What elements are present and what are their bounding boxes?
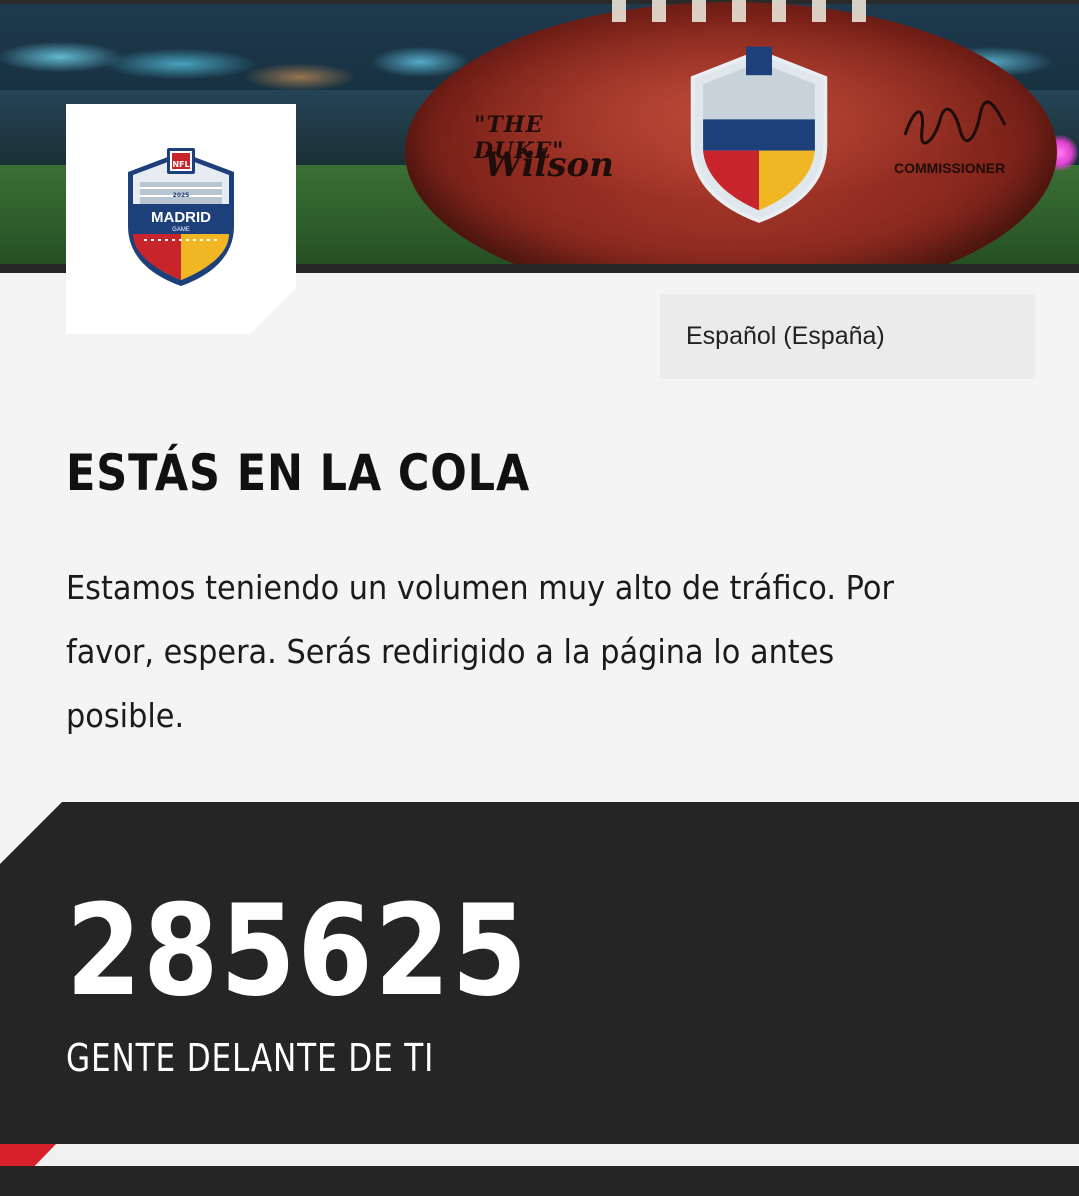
people-ahead-label: GENTE DELANTE DE TI (66, 1036, 435, 1080)
language-selector-value: Español (España) (686, 322, 885, 350)
hero-top-line (0, 0, 1079, 4)
language-selector[interactable]: Español (España) (660, 294, 1035, 379)
people-ahead-count: 285625 (66, 877, 529, 1024)
football-laces (612, 0, 872, 22)
svg-text:GAME: GAME (172, 227, 190, 233)
svg-text:NFL: NFL (172, 160, 189, 169)
ball-signature (900, 100, 1020, 157)
signature-scribble (903, 100, 1007, 145)
ball-madrid-game-logo (690, 46, 828, 223)
queue-message: Estamos teniendo un volumen muy alto de … (66, 568, 894, 735)
progress-track (0, 1144, 1079, 1166)
svg-text:MADRID: MADRID (151, 209, 211, 226)
madrid-game-logo: 2025 NFL MADRID GAME (128, 148, 234, 286)
logo-card: 2025 NFL MADRID GAME (66, 104, 296, 334)
footer-bar (0, 1166, 1079, 1196)
svg-text:2025: 2025 (173, 192, 190, 199)
ball-wilson-text: Wilson (484, 145, 614, 185)
ball-commissioner-text: COMMISSIONER (894, 160, 1006, 176)
queue-title: ESTÁS EN LA COLA (66, 444, 531, 502)
